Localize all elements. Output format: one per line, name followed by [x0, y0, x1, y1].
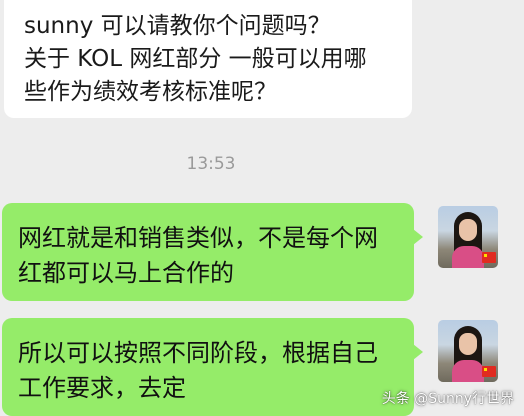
message-line: 工作要求，去定 [18, 374, 186, 402]
message-timestamp: 13:53 [186, 154, 236, 174]
user-avatar[interactable] [438, 206, 498, 268]
message-line: 所以可以按照不同阶段，根据自己 [18, 339, 378, 367]
message-line: 些作为绩效考核标准呢？ [24, 79, 277, 105]
user-avatar[interactable] [438, 320, 498, 382]
message-line: sunny 可以请教你个问题吗？ [24, 13, 331, 39]
flag-badge-icon [482, 252, 496, 263]
incoming-message-bubble[interactable]: sunny 可以请教你个问题吗？ 关于 KOL 网红部分 一般可以用哪 些作为绩… [4, 0, 412, 118]
watermark: 头条 @Sunny行世界 [381, 391, 514, 407]
message-line: 网红就是和销售类似，不是每个网 [18, 224, 378, 252]
message-line: 红都可以马上合作的 [18, 259, 234, 287]
chat-view: sunny 可以请教你个问题吗？ 关于 KOL 网红部分 一般可以用哪 些作为绩… [0, 0, 524, 416]
outgoing-message-bubble[interactable]: 网红就是和销售类似，不是每个网 红都可以马上合作的 [2, 203, 423, 301]
flag-badge-icon [482, 366, 496, 377]
message-line: 关于 KOL 网红部分 一般可以用哪 [24, 46, 367, 72]
outgoing-message-bubble[interactable]: 所以可以按照不同阶段，根据自己 工作要求，去定 [2, 318, 423, 416]
